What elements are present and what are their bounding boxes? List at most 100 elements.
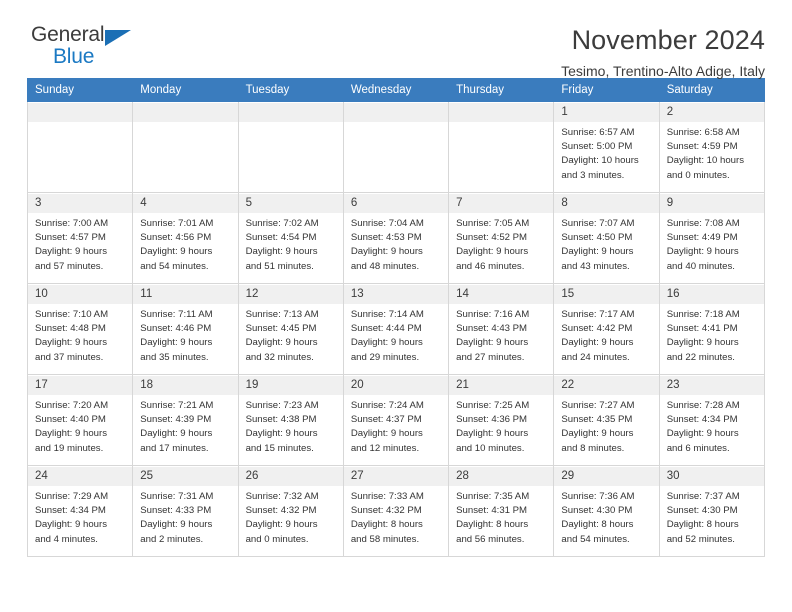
calendar-day-cell[interactable]: 12 Sunrise: 7:13 AM Sunset: 4:45 PM Dayligh… [237, 283, 344, 375]
calendar-day-cell[interactable]: 23 Sunrise: 7:28 AM Sunset: 4:34 PM Dayligh… [658, 374, 766, 466]
calendar-day-cell[interactable]: 4 Sunrise: 7:01 AM Sunset: 4:56 PM Daylight… [132, 192, 239, 284]
calendar-day-cell[interactable]: 19 Sunrise: 7:23 AM Sunset: 4:38 PM Dayligh… [237, 374, 344, 466]
day-number [343, 103, 449, 122]
weekday-header-saturday: Saturday [658, 78, 766, 102]
calendar-day-cell[interactable]: 6 Sunrise: 7:04 AM Sunset: 4:53 PM Daylight… [342, 192, 450, 284]
day-info-daylight-2: and 24 minutes. [561, 351, 630, 363]
calendar-day-cell[interactable]: 16 Sunrise: 7:18 AM Sunset: 4:41 PM Dayligh… [658, 283, 766, 375]
calendar-day-cell[interactable]: 21 Sunrise: 7:25 AM Sunset: 4:36 PM Dayligh… [448, 374, 555, 466]
calendar-day-cell[interactable]: 29 Sunrise: 7:36 AM Sunset: 4:30 PM Dayligh… [553, 465, 660, 557]
calendar-day-cell[interactable]: 11 Sunrise: 7:11 AM Sunset: 4:46 PM Dayligh… [132, 283, 239, 375]
calendar-day-cell[interactable]: 1 Sunrise: 6:57 AM Sunset: 5:00 PM Daylight… [553, 101, 660, 193]
calendar-day-cell[interactable]: 15 Sunrise: 7:17 AM Sunset: 4:42 PM Dayligh… [553, 283, 660, 375]
day-info-daylight-1: Daylight: 9 hours [456, 428, 529, 440]
weekday-header-monday: Monday [132, 78, 239, 102]
calendar-week-row: 24 Sunrise: 7:29 AM Sunset: 4:34 PM Dayligh… [26, 465, 766, 557]
calendar-day-cell[interactable]: 8 Sunrise: 7:07 AM Sunset: 4:50 PM Daylight… [553, 192, 660, 284]
calendar-day-cell[interactable]: 27 Sunrise: 7:33 AM Sunset: 4:32 PM Dayligh… [342, 465, 450, 557]
calendar-day-cell[interactable]: 2 Sunrise: 6:58 AM Sunset: 4:59 PM Daylight… [658, 101, 766, 193]
calendar-day-cell[interactable]: 17 Sunrise: 7:20 AM Sunset: 4:40 PM Dayligh… [26, 374, 134, 466]
day-box [238, 102, 343, 192]
day-number: 17 [28, 376, 133, 395]
day-info-sunset: Sunset: 4:32 PM [350, 505, 422, 517]
weekday-header-thursday: Thursday [448, 78, 555, 102]
calendar-day-cell[interactable]: 10 Sunrise: 7:10 AM Sunset: 4:48 PM Dayligh… [26, 283, 134, 375]
calendar-day-cell[interactable]: 28 Sunrise: 7:35 AM Sunset: 4:31 PM Dayligh… [448, 465, 555, 557]
day-box [449, 102, 554, 192]
day-info-sunset: Sunset: 4:33 PM [140, 505, 212, 517]
calendar-head: Sunday Monday Tuesday Wednesday Thursday… [26, 78, 766, 102]
day-box: 24 Sunrise: 7:29 AM Sunset: 4:34 PM Dayligh… [28, 466, 133, 556]
day-info-sunset: Sunset: 4:48 PM [35, 323, 106, 335]
calendar-day-cell-empty [132, 101, 239, 193]
day-box: 27 Sunrise: 7:33 AM Sunset: 4:32 PM Dayligh… [343, 466, 449, 556]
day-info-daylight-1: Daylight: 9 hours [35, 246, 107, 258]
day-box: 8 Sunrise: 7:07 AM Sunset: 4:50 PM Daylight… [554, 193, 659, 283]
day-info-sunrise: Sunrise: 6:57 AM [561, 127, 635, 138]
day-info-daylight-1: Daylight: 8 hours [456, 519, 529, 531]
day-sun-info: Sunrise: 7:18 AM Sunset: 4:41 PM Daylight:… [660, 304, 764, 365]
day-info-daylight-2: and 0 minutes. [666, 169, 730, 181]
day-box: 9 Sunrise: 7:08 AM Sunset: 4:49 PM Daylight… [659, 193, 764, 283]
day-info-daylight-1: Daylight: 9 hours [350, 337, 423, 349]
day-box: 18 Sunrise: 7:21 AM Sunset: 4:39 PM Dayligh… [133, 375, 238, 465]
day-info-daylight-1: Daylight: 9 hours [561, 337, 634, 349]
day-info-sunset: Sunset: 4:30 PM [666, 505, 738, 517]
calendar-day-cell[interactable]: 7 Sunrise: 7:05 AM Sunset: 4:52 PM Daylight… [448, 192, 555, 284]
day-sun-info: Sunrise: 7:27 AM Sunset: 4:35 PM Daylight:… [554, 395, 658, 456]
day-number: 2 [659, 103, 764, 122]
day-info-sunrise: Sunrise: 7:10 AM [35, 309, 109, 320]
day-info-sunrise: Sunrise: 7:13 AM [245, 309, 319, 320]
calendar-day-cell[interactable]: 22 Sunrise: 7:27 AM Sunset: 4:35 PM Dayligh… [553, 374, 660, 466]
calendar-day-cell[interactable]: 9 Sunrise: 7:08 AM Sunset: 4:49 PM Daylight… [658, 192, 766, 284]
day-number: 8 [554, 194, 659, 213]
calendar-day-cell[interactable]: 13 Sunrise: 7:14 AM Sunset: 4:44 PM Dayligh… [342, 283, 450, 375]
calendar-day-cell[interactable]: 25 Sunrise: 7:31 AM Sunset: 4:33 PM Dayligh… [132, 465, 239, 557]
day-info-daylight-1: Daylight: 9 hours [245, 428, 318, 440]
day-info-sunrise: Sunrise: 7:16 AM [456, 309, 530, 320]
day-number [238, 103, 343, 122]
brand-logo[interactable]: General Blue [27, 24, 151, 72]
weekday-header-friday: Friday [553, 78, 660, 102]
day-number: 21 [449, 376, 554, 395]
day-info-sunset: Sunset: 4:56 PM [140, 232, 212, 244]
day-number: 26 [238, 467, 343, 486]
day-sun-info: Sunrise: 7:32 AM Sunset: 4:32 PM Daylight:… [239, 486, 343, 547]
day-box: 20 Sunrise: 7:24 AM Sunset: 4:37 PM Dayligh… [343, 375, 449, 465]
day-box: 12 Sunrise: 7:13 AM Sunset: 4:45 PM Dayligh… [238, 284, 343, 374]
day-info-sunrise: Sunrise: 7:18 AM [666, 309, 740, 320]
calendar-day-cell[interactable]: 3 Sunrise: 7:00 AM Sunset: 4:57 PM Daylight… [26, 192, 134, 284]
day-info-daylight-2: and 17 minutes. [140, 442, 209, 454]
day-info-sunrise: Sunrise: 7:05 AM [456, 218, 530, 229]
day-info-sunset: Sunset: 4:41 PM [666, 323, 738, 335]
day-info-daylight-2: and 32 minutes. [245, 351, 314, 363]
day-info-daylight-1: Daylight: 9 hours [35, 337, 107, 349]
day-info-sunset: Sunset: 4:36 PM [456, 414, 528, 426]
day-number: 12 [238, 285, 343, 304]
day-box: 29 Sunrise: 7:36 AM Sunset: 4:30 PM Dayligh… [554, 466, 659, 556]
day-sun-info: Sunrise: 6:58 AM Sunset: 4:59 PM Daylight:… [660, 122, 764, 183]
day-sun-info: Sunrise: 7:05 AM Sunset: 4:52 PM Daylight:… [449, 213, 553, 274]
day-sun-info: Sunrise: 7:17 AM Sunset: 4:42 PM Daylight:… [554, 304, 658, 365]
day-info-daylight-1: Daylight: 9 hours [456, 337, 529, 349]
page-title: November 2024 [571, 25, 765, 55]
day-info-sunrise: Sunrise: 7:01 AM [140, 218, 214, 229]
calendar-day-cell[interactable]: 14 Sunrise: 7:16 AM Sunset: 4:43 PM Dayligh… [448, 283, 555, 375]
day-info-daylight-2: and 2 minutes. [140, 533, 204, 545]
calendar-day-cell[interactable]: 26 Sunrise: 7:32 AM Sunset: 4:32 PM Dayligh… [237, 465, 344, 557]
day-info-daylight-1: Daylight: 10 hours [666, 155, 745, 167]
day-number [28, 103, 133, 122]
day-info-daylight-1: Daylight: 8 hours [561, 519, 634, 531]
day-box: 6 Sunrise: 7:04 AM Sunset: 4:53 PM Daylight… [343, 193, 449, 283]
calendar-day-cell[interactable]: 5 Sunrise: 7:02 AM Sunset: 4:54 PM Daylight… [237, 192, 344, 284]
day-number: 6 [343, 194, 449, 213]
day-info-daylight-2: and 0 minutes. [245, 533, 309, 545]
day-number [133, 103, 238, 122]
day-info-daylight-2: and 22 minutes. [666, 351, 735, 363]
day-info-daylight-2: and 35 minutes. [140, 351, 209, 363]
calendar-day-cell[interactable]: 20 Sunrise: 7:24 AM Sunset: 4:37 PM Dayligh… [342, 374, 450, 466]
calendar-day-cell[interactable]: 18 Sunrise: 7:21 AM Sunset: 4:39 PM Dayligh… [132, 374, 239, 466]
calendar-day-cell[interactable]: 30 Sunrise: 7:37 AM Sunset: 4:30 PM Dayligh… [658, 465, 766, 557]
calendar-day-cell[interactable]: 24 Sunrise: 7:29 AM Sunset: 4:34 PM Dayligh… [26, 465, 134, 557]
calendar-body: 1 Sunrise: 6:57 AM Sunset: 5:00 PM Daylight… [26, 101, 766, 557]
